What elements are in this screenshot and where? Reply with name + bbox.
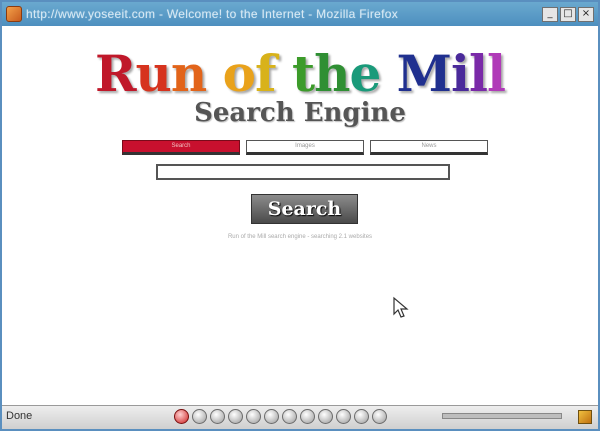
browser-window: http://www.yoseeit.com - Welcome! to the…	[0, 0, 600, 431]
logo-letter: l	[469, 44, 488, 103]
logo-letter: o	[222, 44, 256, 103]
page-content: Run of the Mill Search Engine Search Ima…	[2, 26, 598, 406]
footnote-text: Run of the Mill search engine - searchin…	[227, 234, 373, 240]
logo-letter	[206, 44, 222, 104]
zoom-slider[interactable]	[442, 413, 562, 419]
resize-grip-icon[interactable]	[578, 410, 592, 424]
print-icon[interactable]	[318, 409, 333, 424]
window-controls: _ □ ×	[542, 6, 594, 22]
logo-letter: l	[487, 44, 506, 103]
status-toolbar	[174, 409, 387, 424]
logo-letter	[380, 44, 396, 104]
logo-letter: R	[94, 44, 137, 103]
logo-letter: i	[451, 44, 470, 103]
status-bar: Done	[2, 405, 598, 429]
site-logo[interactable]: Run of the Mill	[2, 44, 598, 104]
logo-letter	[276, 44, 292, 104]
home-icon[interactable]	[246, 409, 261, 424]
info-icon[interactable]	[372, 409, 387, 424]
zoom-icon[interactable]	[336, 409, 351, 424]
bookmark-icon[interactable]	[264, 409, 279, 424]
reload-icon[interactable]	[228, 409, 243, 424]
settings-icon[interactable]	[354, 409, 369, 424]
logo-letter: u	[135, 44, 172, 103]
logo-letter: n	[170, 44, 207, 103]
search-button[interactable]: Search	[251, 194, 358, 224]
history-icon[interactable]	[282, 409, 297, 424]
tab-images[interactable]: Images	[246, 140, 364, 155]
logo-letter: t	[291, 44, 315, 103]
tab-news[interactable]: News	[370, 140, 488, 155]
status-text: Done	[6, 410, 33, 422]
search-input[interactable]	[156, 164, 450, 180]
logo-letter: M	[396, 44, 452, 103]
logo-letter: f	[255, 44, 276, 103]
mail-icon[interactable]	[300, 409, 315, 424]
stop-icon[interactable]	[174, 409, 189, 424]
back-icon[interactable]	[192, 409, 207, 424]
search-tabs: Search Images News	[122, 140, 492, 155]
tab-search[interactable]: Search	[122, 140, 240, 155]
minimize-button[interactable]: _	[542, 6, 558, 22]
forward-icon[interactable]	[210, 409, 225, 424]
close-button[interactable]: ×	[578, 6, 594, 22]
maximize-button[interactable]: □	[560, 6, 576, 22]
browser-app-icon	[6, 6, 22, 22]
logo-letter: e	[349, 44, 381, 103]
window-title: http://www.yoseeit.com - Welcome! to the…	[26, 7, 399, 21]
logo-subtitle: Search Engine	[194, 98, 406, 128]
title-bar: http://www.yoseeit.com - Welcome! to the…	[2, 2, 598, 26]
mouse-pointer-icon	[393, 296, 409, 318]
logo-letter: h	[314, 44, 350, 103]
